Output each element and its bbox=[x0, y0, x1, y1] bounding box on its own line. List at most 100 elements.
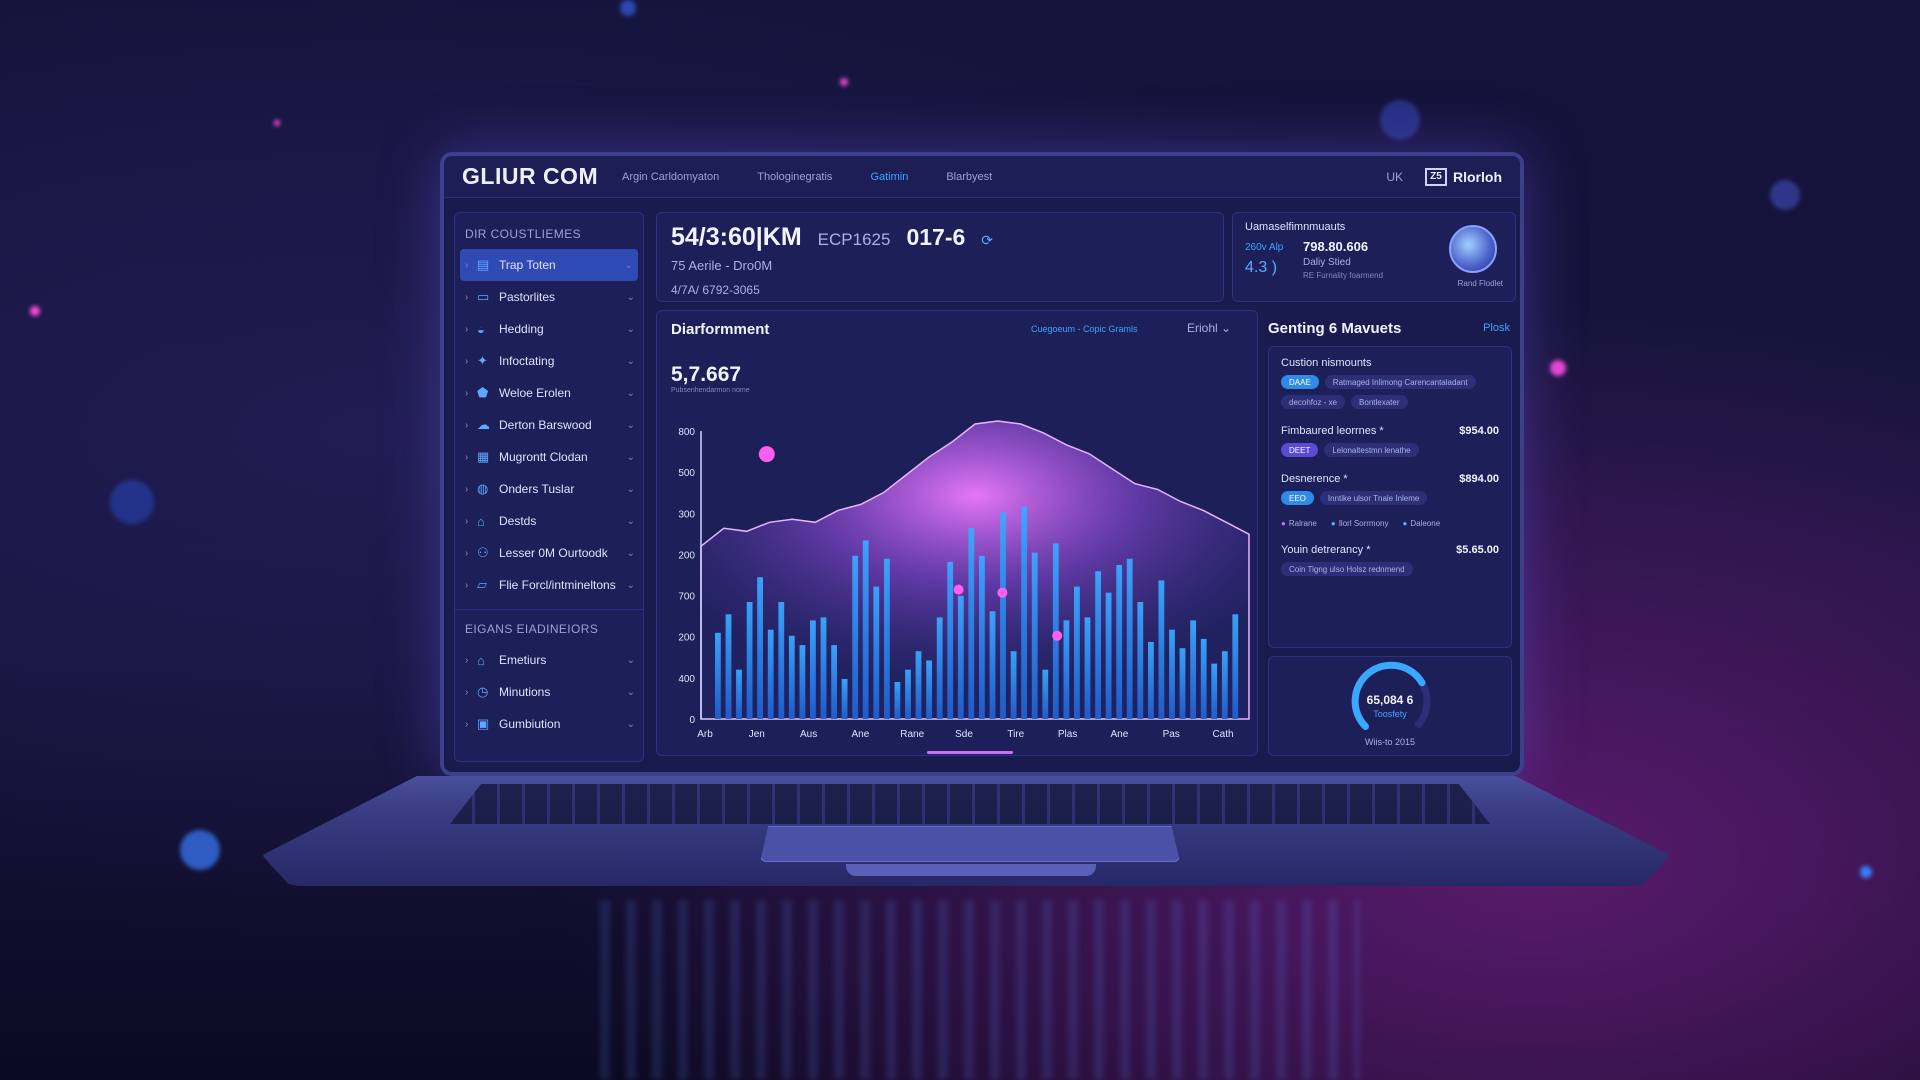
user-icon: Z5 bbox=[1425, 167, 1447, 186]
laptop-screen: GLIUR COM Argin Carldomyaton Thologinegr… bbox=[440, 152, 1524, 776]
nav-link-2[interactable]: Thologinegratis bbox=[757, 171, 832, 183]
bokeh-dot bbox=[180, 830, 220, 870]
chart-metric-sub: Pubsenhendarmon nome bbox=[671, 387, 750, 394]
tag-pill[interactable]: DEET bbox=[1281, 443, 1319, 457]
chart-range-select[interactable]: Eriohl ⌄ bbox=[1187, 321, 1231, 335]
y-tick-label: 300 bbox=[678, 509, 695, 520]
sidebar-item-destds[interactable]: › ⌂ Destds ⌄ bbox=[455, 505, 643, 537]
chevron-right-icon: › bbox=[465, 355, 469, 367]
bar bbox=[1105, 592, 1112, 719]
chart-scrollbar[interactable] bbox=[927, 751, 1013, 754]
bar bbox=[915, 651, 922, 719]
sidebar-item-infoctating[interactable]: › ✦ Infoctating ⌄ bbox=[455, 345, 643, 377]
bar bbox=[957, 595, 964, 719]
chevron-right-icon: › bbox=[465, 387, 469, 399]
bar bbox=[1200, 638, 1207, 719]
chevron-down-icon: ⌄ bbox=[626, 547, 635, 559]
right-panel-title: Genting 6 Mavuets bbox=[1268, 320, 1402, 337]
doc-icon: ▤ bbox=[477, 257, 490, 272]
bokeh-dot bbox=[30, 306, 40, 316]
bokeh-dot bbox=[1550, 360, 1566, 376]
y-tick-label: 0 bbox=[689, 715, 695, 726]
x-tick-label: Cath bbox=[1212, 729, 1233, 740]
sidebar-item-minutions[interactable]: › ◷ Minutions ⌄ bbox=[455, 676, 643, 708]
chevron-down-icon: ⌄ bbox=[626, 686, 635, 698]
x-tick-label: Tire bbox=[1007, 729, 1024, 740]
chevron-right-icon: › bbox=[465, 686, 469, 698]
bar bbox=[1232, 614, 1239, 719]
stats-header: 54/3:60|KM ECP1625 017-6 ⟳ 75 Aerile - D… bbox=[656, 212, 1224, 302]
bar bbox=[968, 528, 975, 719]
sidebar-item-lesser-0m-ourtoodk[interactable]: › ⚇ Lesser 0M Ourtoodk ⌄ bbox=[455, 537, 643, 569]
sidebar-item-hedding[interactable]: › ◒ Hedding ⌄ bbox=[455, 313, 643, 345]
bar bbox=[799, 645, 806, 719]
nav-link-3[interactable]: Gatimin bbox=[870, 171, 908, 183]
sidebar-item-onders-tuslar[interactable]: › ◍ Onders Tuslar ⌄ bbox=[455, 473, 643, 505]
bar bbox=[1084, 617, 1091, 719]
tag-pill-text: decohfoz - xe bbox=[1281, 395, 1346, 409]
x-tick-label: Jen bbox=[749, 729, 765, 740]
sidebar-item-label: Flie Forcl/intmineltons bbox=[499, 578, 616, 592]
top-bar: GLIUR COM Argin Carldomyaton Thologinegr… bbox=[444, 156, 1520, 198]
y-tick-label: 500 bbox=[678, 468, 695, 479]
chevron-right-icon: › bbox=[465, 291, 469, 303]
bar bbox=[926, 660, 932, 719]
chevron-right-icon: › bbox=[465, 547, 469, 559]
x-tick-label: Plas bbox=[1058, 729, 1077, 740]
avatar[interactable] bbox=[1449, 225, 1497, 273]
stat-caption: 4/7A/ 6792-3065 bbox=[671, 283, 760, 297]
sidebar: DIR COUSTLIEMES › ▤ Trap Toten ⌄ › ▭ Pastorlit… bbox=[454, 212, 644, 762]
cloud-icon: ☁ bbox=[477, 417, 490, 432]
sidebar-item-weloe-erolen[interactable]: › ⬟ Weloe Erolen ⌄ bbox=[455, 377, 643, 409]
bird-icon: ✦ bbox=[477, 353, 488, 368]
row2-amount: $894.00 bbox=[1459, 473, 1499, 485]
x-tick-label: Aus bbox=[800, 729, 817, 740]
bar bbox=[947, 561, 954, 719]
legend-dot-label: Ilorl Sorrmony bbox=[1331, 519, 1389, 528]
bar bbox=[788, 635, 795, 719]
sidebar-item-pastorlites[interactable]: › ▭ Pastorlites ⌄ bbox=[455, 281, 643, 313]
sidebar-item-derton-barswood[interactable]: › ☁ Derton Barswood ⌄ bbox=[455, 409, 643, 441]
bar bbox=[831, 645, 837, 719]
chart-panel: 800 500 300 200 700 200 400 0 Arb Jen Aus Ane Rane Sd… bbox=[656, 310, 1258, 756]
bar bbox=[884, 558, 890, 719]
gauge-foot: Wiis-to 2015 bbox=[1364, 737, 1416, 747]
bokeh-dot bbox=[1860, 866, 1872, 878]
chevron-right-icon: › bbox=[465, 718, 469, 730]
chevron-down-icon: ⌄ bbox=[626, 483, 635, 495]
bokeh-dot bbox=[274, 120, 280, 126]
legend-dots: Ralrane Ilorl Sorrmony Daleone bbox=[1281, 519, 1499, 528]
sidebar-item-label: Emetiurs bbox=[499, 653, 547, 667]
bar bbox=[873, 586, 880, 719]
bar bbox=[1211, 663, 1218, 719]
sidebar-item-gumbiution[interactable]: › ▣ Gumbiution ⌄ bbox=[455, 708, 643, 740]
user-menu[interactable]: Z5 Rlorloh bbox=[1425, 167, 1502, 186]
tag-pill[interactable]: DAAE bbox=[1281, 375, 1319, 389]
bar bbox=[979, 555, 985, 719]
bar bbox=[1126, 558, 1133, 719]
chevron-down-icon: ⌄ bbox=[626, 718, 635, 730]
stat-value-tertiary: 017-6 bbox=[906, 224, 966, 250]
chart-title: Diarformment bbox=[671, 321, 770, 338]
bokeh-dot bbox=[110, 480, 154, 524]
language-icon[interactable]: UK bbox=[1386, 170, 1403, 184]
details-card: Custion nismounts DAAE Ratmaged Inlimong… bbox=[1268, 346, 1512, 648]
row2-label: Desnerence * bbox=[1281, 473, 1348, 485]
brand-logo[interactable]: GLIUR COM bbox=[462, 163, 622, 190]
nav-link-4[interactable]: Blarbyest bbox=[946, 171, 992, 183]
sidebar-item-mugrontt-clodan[interactable]: › ▦ Mugrontt Clodan ⌄ bbox=[455, 441, 643, 473]
bar bbox=[1179, 648, 1186, 719]
sidebar-item-emetiurs[interactable]: › ⌂ Emetiurs ⌄ bbox=[455, 644, 643, 676]
x-tick-label: Sde bbox=[955, 729, 973, 740]
sidebar-item-trap-toten[interactable]: › ▤ Trap Toten ⌄ bbox=[460, 249, 638, 281]
bar bbox=[1095, 571, 1101, 719]
sidebar-item-flie-forcl-intmineltons[interactable]: › ▱ Flie Forcl/intmineltons ⌄ bbox=[455, 569, 643, 601]
refresh-icon[interactable]: ⟳ bbox=[981, 232, 993, 249]
highlight-point bbox=[1052, 630, 1063, 641]
tag-pill[interactable]: EEO bbox=[1281, 491, 1314, 505]
nav-link-1[interactable]: Argin Carldomyaton bbox=[622, 171, 719, 183]
row3-label: Youin detrerancy * bbox=[1281, 544, 1371, 556]
bokeh-dot bbox=[840, 78, 848, 86]
tag-pill-text: Lelonaltestmn lenathe bbox=[1324, 443, 1419, 457]
right-panel-link[interactable]: Plosk bbox=[1483, 322, 1510, 334]
